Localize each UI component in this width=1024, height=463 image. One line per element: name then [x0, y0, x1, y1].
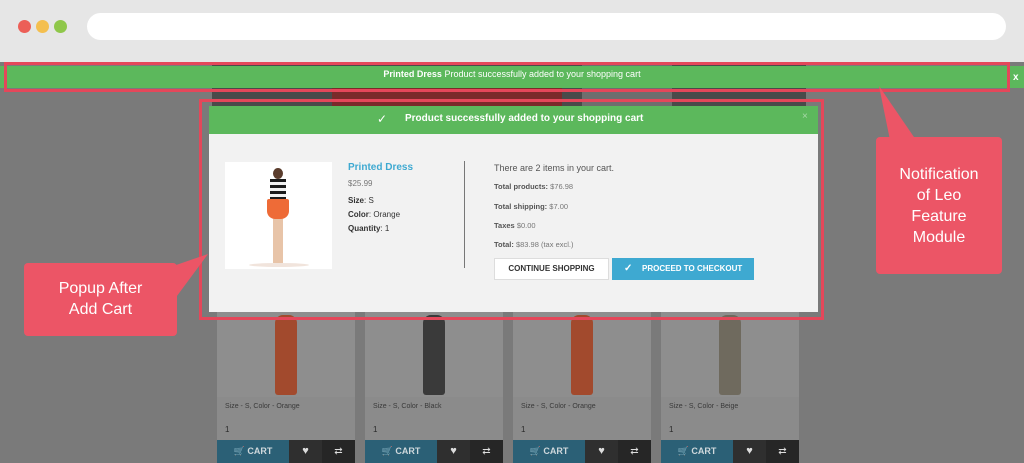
callout-notification-module: Notification of Leo Feature Module	[876, 137, 1002, 274]
callout-popup-after-add-cart: Popup After Add Cart	[24, 263, 177, 336]
callout-pointers	[150, 86, 916, 300]
